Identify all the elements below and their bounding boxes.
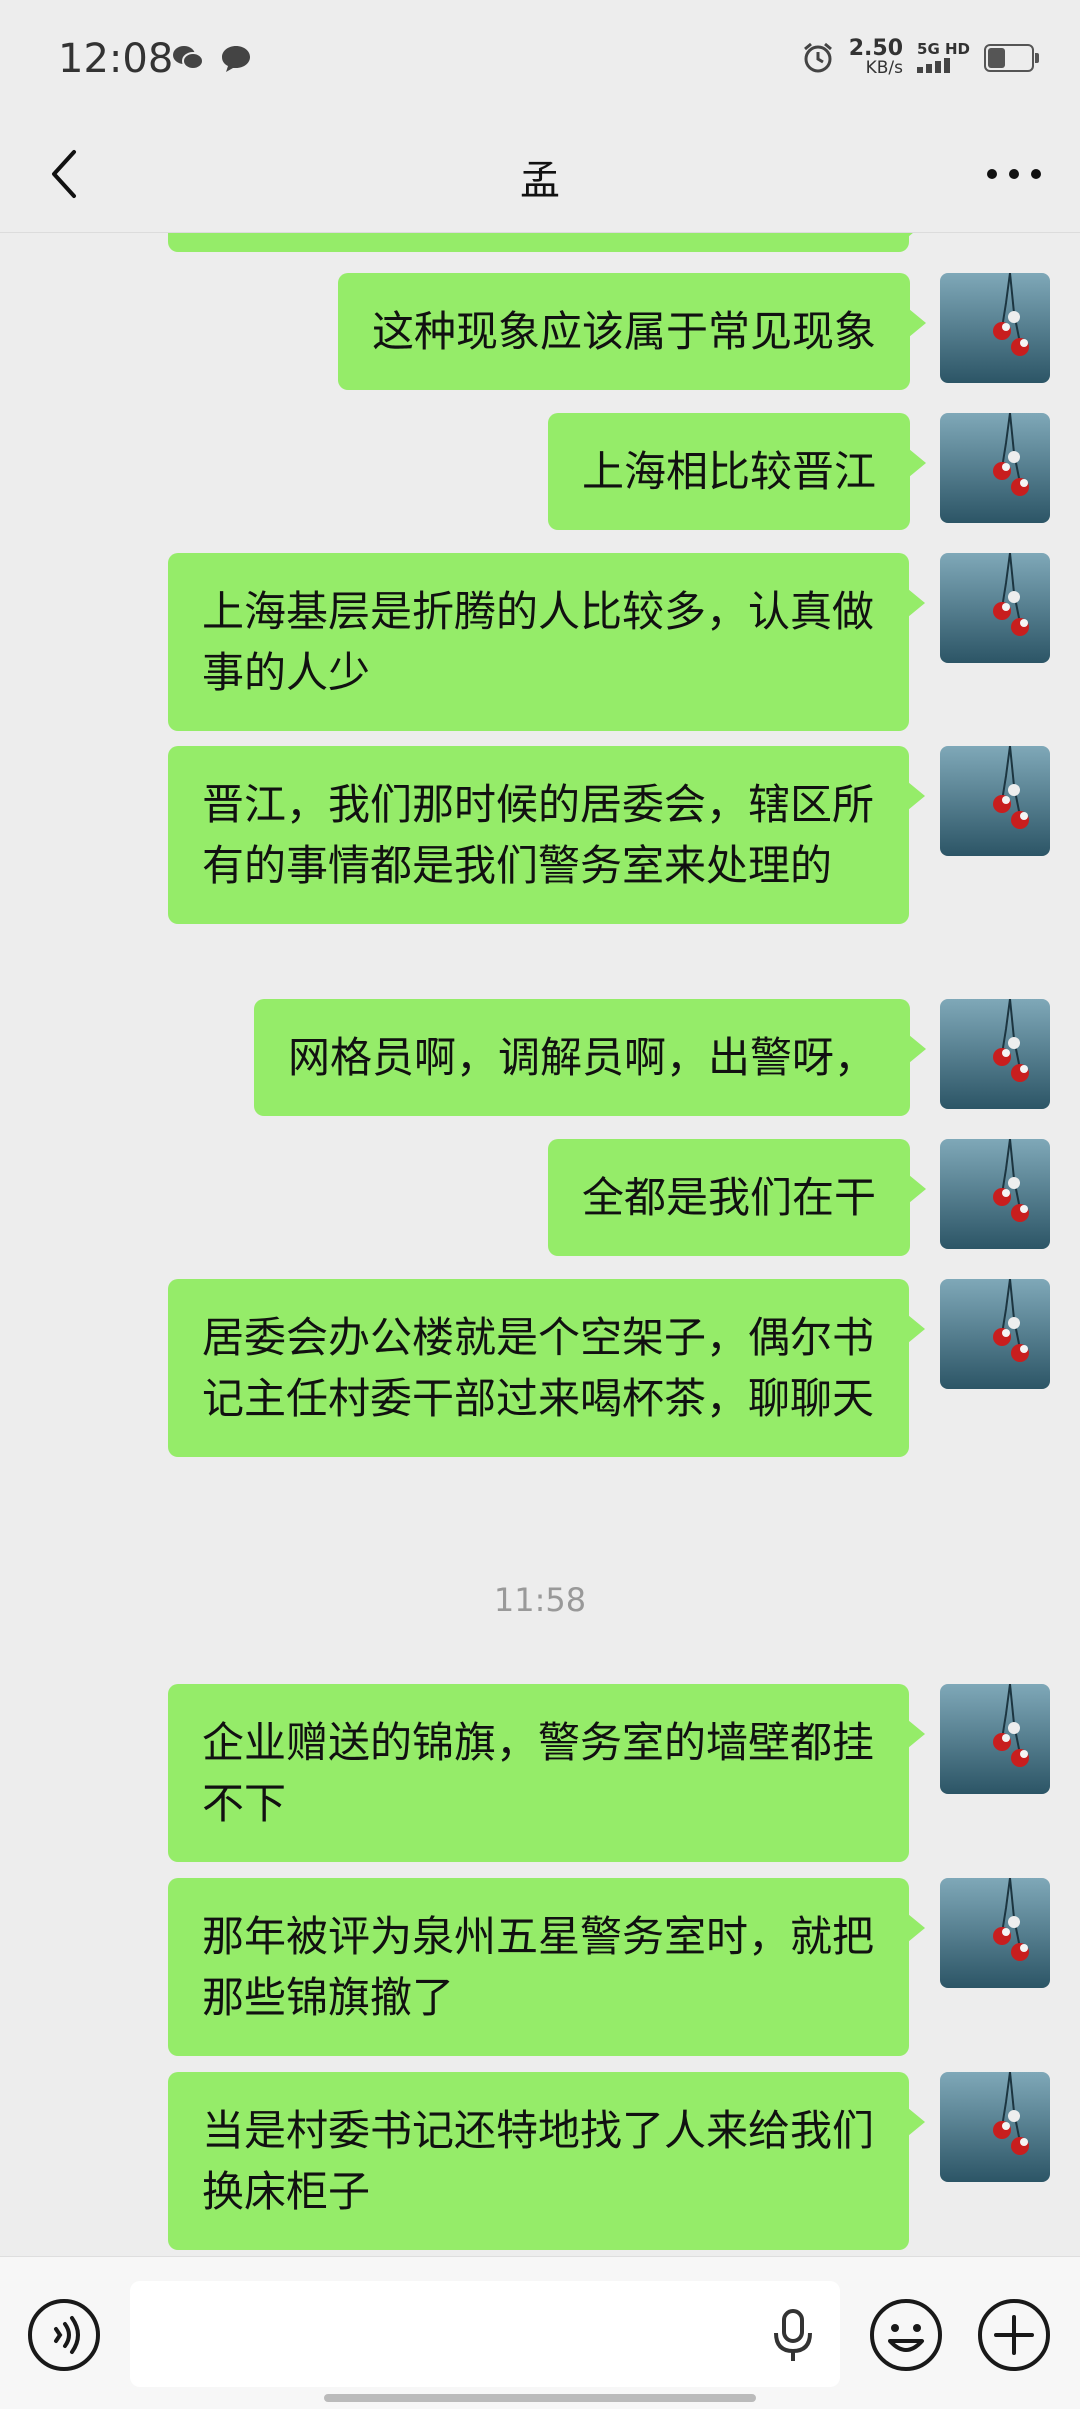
message-bubble[interactable]: 那年被评为泉州五星警务室时，就把那些锦旗撤了 bbox=[168, 1878, 925, 2056]
avatar[interactable] bbox=[940, 999, 1050, 1109]
message-bubble[interactable]: 上海基层是折腾的人比较多，认真做事的人少 bbox=[168, 553, 925, 731]
chat-header: 孟 bbox=[0, 130, 1080, 233]
voice-icon[interactable] bbox=[26, 2297, 102, 2373]
battery-fill bbox=[988, 47, 1005, 68]
wechat-icon bbox=[173, 46, 204, 70]
signal-indicator: 5G HD bbox=[917, 42, 970, 73]
alarm-icon bbox=[803, 42, 832, 72]
avatar[interactable] bbox=[940, 1878, 1050, 1988]
signal-icon bbox=[917, 58, 951, 73]
message-input[interactable] bbox=[130, 2281, 840, 2387]
emoji-icon[interactable] bbox=[868, 2297, 944, 2373]
message-bubble[interactable]: 晋江，我们那时候的居委会，辖区所有的事情都是我们警务室来处理的 bbox=[168, 746, 925, 924]
status-bar: 12:08 2.50 KB/s 5G HD bbox=[0, 0, 1080, 130]
battery-icon bbox=[984, 43, 1039, 72]
message-bubble[interactable]: 这种现象应该属于常见现象 bbox=[337, 273, 927, 390]
avatar[interactable] bbox=[940, 1684, 1050, 1794]
message-bubble[interactable]: 网格员啊，调解员啊，出警呀， bbox=[253, 999, 927, 1116]
plus-icon[interactable] bbox=[976, 2297, 1052, 2373]
status-time: 12:08 bbox=[58, 36, 174, 82]
mic-icon[interactable] bbox=[768, 2305, 818, 2365]
message-bubble[interactable]: 全都是我们在干 bbox=[547, 1139, 927, 1256]
avatar[interactable] bbox=[940, 1279, 1050, 1389]
avatar[interactable] bbox=[940, 746, 1050, 856]
home-indicator[interactable] bbox=[324, 2394, 756, 2402]
input-bar bbox=[0, 2256, 1080, 2409]
message-bubble-partial[interactable] bbox=[168, 233, 925, 252]
timestamp-separator: 11:58 bbox=[493, 1581, 587, 1619]
message-bubble[interactable]: 企业赠送的锦旗，警务室的墙壁都挂不下 bbox=[168, 1684, 925, 1862]
more-icon[interactable] bbox=[982, 150, 1046, 198]
avatar[interactable] bbox=[940, 413, 1050, 523]
avatar[interactable] bbox=[940, 553, 1050, 663]
message-bubble[interactable]: 上海相比较晋江 bbox=[547, 413, 927, 530]
avatar[interactable] bbox=[940, 273, 1050, 383]
avatar[interactable] bbox=[940, 2072, 1050, 2182]
message-bubble[interactable]: 居委会办公楼就是个空架子，偶尔书记主任村委干部过来喝杯茶，聊聊天 bbox=[168, 1279, 925, 1457]
avatar[interactable] bbox=[940, 1139, 1050, 1249]
message-bubble[interactable]: 当是村委书记还特地找了人来给我们换床柜子 bbox=[168, 2072, 925, 2250]
chat-messages[interactable]: 这种现象应该属于常见现象 上海相比较晋江 上海基层是折腾的人比较多，认真做事的人… bbox=[0, 233, 1080, 2255]
net-speed: 2.50 KB/s bbox=[848, 36, 904, 78]
message-icon bbox=[222, 46, 250, 72]
chat-title: 孟 bbox=[520, 158, 560, 204]
